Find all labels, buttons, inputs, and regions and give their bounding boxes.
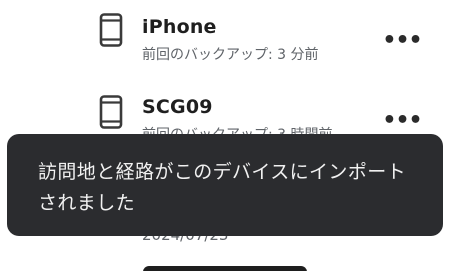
smartphone-icon <box>99 95 123 129</box>
device-row-scg09[interactable]: SCG09 前回のバックアップ: 3 時間前 ••• <box>0 82 450 143</box>
smartphone-icon <box>99 13 123 47</box>
bottom-action-button[interactable] <box>143 266 307 271</box>
more-options-icon[interactable]: ••• <box>382 108 422 133</box>
more-options-icon[interactable]: ••• <box>382 28 422 53</box>
snackbar-message: 訪問地と経路がこのデバイスにインポートされました <box>38 161 407 214</box>
snackbar: 訪問地と経路がこのデバイスにインポートされました <box>7 134 443 236</box>
device-backup-screen: iPhone 前回のバックアップ: 3 分前 ••• SCG09 前回のバックア… <box>0 0 450 271</box>
device-last-backup: 前回のバックアップ: 3 分前 <box>142 47 319 63</box>
device-name: iPhone <box>142 16 217 38</box>
device-name: SCG09 <box>142 96 213 118</box>
device-row-iphone[interactable]: iPhone 前回のバックアップ: 3 分前 ••• <box>0 0 450 63</box>
